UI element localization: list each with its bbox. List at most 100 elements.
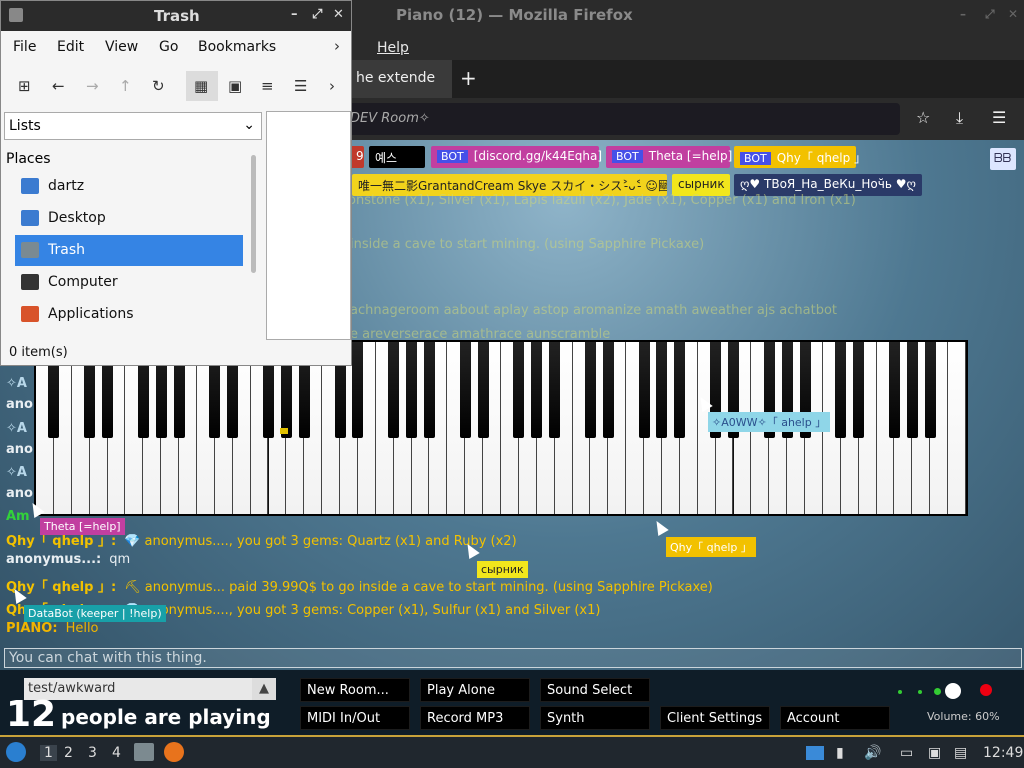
player-tag-name: Theta [=help] <box>648 149 733 163</box>
control-button-client-settings[interactable]: Client Settings <box>660 706 770 730</box>
battery-icon[interactable]: ▮ <box>836 745 844 761</box>
file-view-pane[interactable] <box>266 111 351 340</box>
chat-fragment: ✧A <box>6 376 27 391</box>
control-button-record-mp3[interactable]: Record MP3 <box>420 706 530 730</box>
piano-black-key[interactable] <box>638 342 650 438</box>
piano-black-key[interactable] <box>513 342 525 438</box>
control-button-sound-select[interactable]: Sound Select <box>540 678 650 702</box>
up-icon[interactable]: ↑ <box>119 77 132 95</box>
firefox-launcher-icon[interactable] <box>164 742 184 762</box>
trash-title: Trash <box>154 7 200 25</box>
url-bar[interactable]: DEV Room✧ <box>340 103 900 135</box>
side-pane-selector[interactable]: Lists ⌄ <box>4 112 262 140</box>
start-menu-icon[interactable] <box>6 742 26 762</box>
minimize-icon[interactable]: – <box>291 7 298 22</box>
new-tab-icon[interactable]: ⊞ <box>18 77 31 95</box>
file-manager-launcher-icon[interactable] <box>134 743 154 761</box>
chat-author[interactable]: anonymus...: <box>6 552 101 567</box>
piano-black-key[interactable] <box>352 342 364 438</box>
menu-view[interactable]: View <box>105 39 138 55</box>
place-applications[interactable]: Applications <box>15 299 243 330</box>
place-computer[interactable]: Computer <box>15 267 243 298</box>
close-icon[interactable]: ✕ <box>1008 7 1018 21</box>
workspace-4[interactable]: 4 <box>112 745 121 761</box>
display-icon[interactable] <box>806 746 824 760</box>
clipboard-icon[interactable]: ▭ <box>900 745 913 761</box>
control-button-midi-in-out[interactable]: MIDI In/Out <box>300 706 410 730</box>
places-scrollbar[interactable] <box>251 155 256 273</box>
place-desktop[interactable]: Desktop <box>15 203 243 234</box>
menu-overflow-icon[interactable]: › <box>334 37 340 55</box>
mouse-cursor-icon <box>651 517 669 537</box>
piano-black-key[interactable] <box>656 342 668 438</box>
chat-input[interactable]: You can chat with this thing. <box>4 648 1022 668</box>
menu-edit[interactable]: Edit <box>57 39 84 55</box>
menu-file[interactable]: File <box>13 39 36 55</box>
close-icon[interactable]: ✕ <box>333 7 344 22</box>
new-tab-button[interactable]: + <box>460 66 477 90</box>
chat-author[interactable]: PIANO: <box>6 621 58 636</box>
workspace-3[interactable]: 3 <box>88 745 97 761</box>
player-tag[interactable]: 예스 <box>369 146 425 168</box>
control-button-account[interactable]: Account <box>780 706 890 730</box>
menu-go[interactable]: Go <box>159 39 178 55</box>
workspace-1[interactable]: 1 <box>40 745 57 761</box>
piano-black-key[interactable] <box>906 342 918 438</box>
minimize-icon[interactable]: – <box>960 7 966 21</box>
workspace-2[interactable]: 2 <box>64 745 73 761</box>
piano-black-key[interactable] <box>853 342 865 438</box>
piano-black-key[interactable] <box>584 342 596 438</box>
player-tag[interactable]: BOT Qhy「 qhelp 」 <box>734 146 866 168</box>
player-tag[interactable]: BOT [discord.gg/k44Eqha] <box>431 146 602 168</box>
toolbar-overflow-icon[interactable]: › <box>329 77 335 95</box>
control-button-synth[interactable]: Synth <box>540 706 650 730</box>
clock[interactable]: 12:49 <box>983 745 1023 761</box>
piano-black-key[interactable] <box>549 342 561 438</box>
tab-piano[interactable]: he extende <box>352 60 452 98</box>
piano-black-key[interactable] <box>924 342 936 438</box>
piano-black-key[interactable] <box>477 342 489 438</box>
forward-icon[interactable]: → <box>86 77 99 95</box>
compact-view-icon[interactable]: ▣ <box>228 77 242 95</box>
volume-knob[interactable] <box>945 683 961 699</box>
room-dropdown-button[interactable]: ▲ <box>252 678 276 700</box>
icon-view-icon[interactable]: ▦ <box>186 71 218 101</box>
back-icon[interactable]: ← <box>52 77 65 95</box>
place-trash[interactable]: Trash <box>15 235 243 266</box>
piano-black-key[interactable] <box>406 342 418 438</box>
room-name-input[interactable]: test/awkward <box>24 678 252 700</box>
cursor-name-label: ✧A0WW✧「 ahelp 」 <box>708 412 831 432</box>
updates-icon[interactable]: ▤ <box>954 745 967 761</box>
piano-black-key[interactable] <box>888 342 900 438</box>
piano-black-key[interactable] <box>531 342 543 438</box>
home-folder-icon <box>21 178 39 194</box>
player-tag[interactable]: 9 <box>350 146 364 168</box>
piano-black-key[interactable] <box>835 342 847 438</box>
player-tag[interactable]: BOT Theta [=help] <box>606 146 733 168</box>
download-icon[interactable]: ⤓ <box>956 108 963 128</box>
piano-black-key[interactable] <box>423 342 435 438</box>
control-button-play-alone[interactable]: Play Alone <box>420 678 530 702</box>
list-view-icon[interactable]: ≡ <box>261 77 274 95</box>
detail-view-icon[interactable]: ☰ <box>294 77 307 95</box>
translate-icon[interactable]: ᗷᗷ <box>990 148 1016 170</box>
maximize-icon[interactable]: ⤢ <box>312 7 322 22</box>
chat-author[interactable]: Qhy「 qhelp 」: <box>6 534 116 549</box>
menu-hamburger-icon[interactable]: ☰ <box>992 108 1006 127</box>
volume-icon[interactable]: 🔊 <box>864 745 881 761</box>
control-button-new-room[interactable]: New Room... <box>300 678 410 702</box>
piano-black-key[interactable] <box>459 342 471 438</box>
piano-white-key[interactable] <box>948 342 966 514</box>
piano-black-key[interactable] <box>602 342 614 438</box>
menu-bookmarks[interactable]: Bookmarks <box>198 39 276 55</box>
piano-black-key[interactable] <box>388 342 400 438</box>
place-dartz[interactable]: dartz <box>15 171 243 202</box>
volume-dot-icon <box>934 688 941 695</box>
network-icon[interactable]: ▣ <box>928 745 941 761</box>
reload-icon[interactable]: ↻ <box>152 77 165 95</box>
piano-black-key[interactable] <box>674 342 686 438</box>
maximize-icon[interactable]: ⤢ <box>985 7 995 22</box>
bookmark-star-icon[interactable]: ☆ <box>916 108 930 127</box>
menu-help[interactable]: Help <box>377 40 409 56</box>
bottom-controls: test/awkward ▲ 12 people are playing New… <box>0 670 1024 735</box>
